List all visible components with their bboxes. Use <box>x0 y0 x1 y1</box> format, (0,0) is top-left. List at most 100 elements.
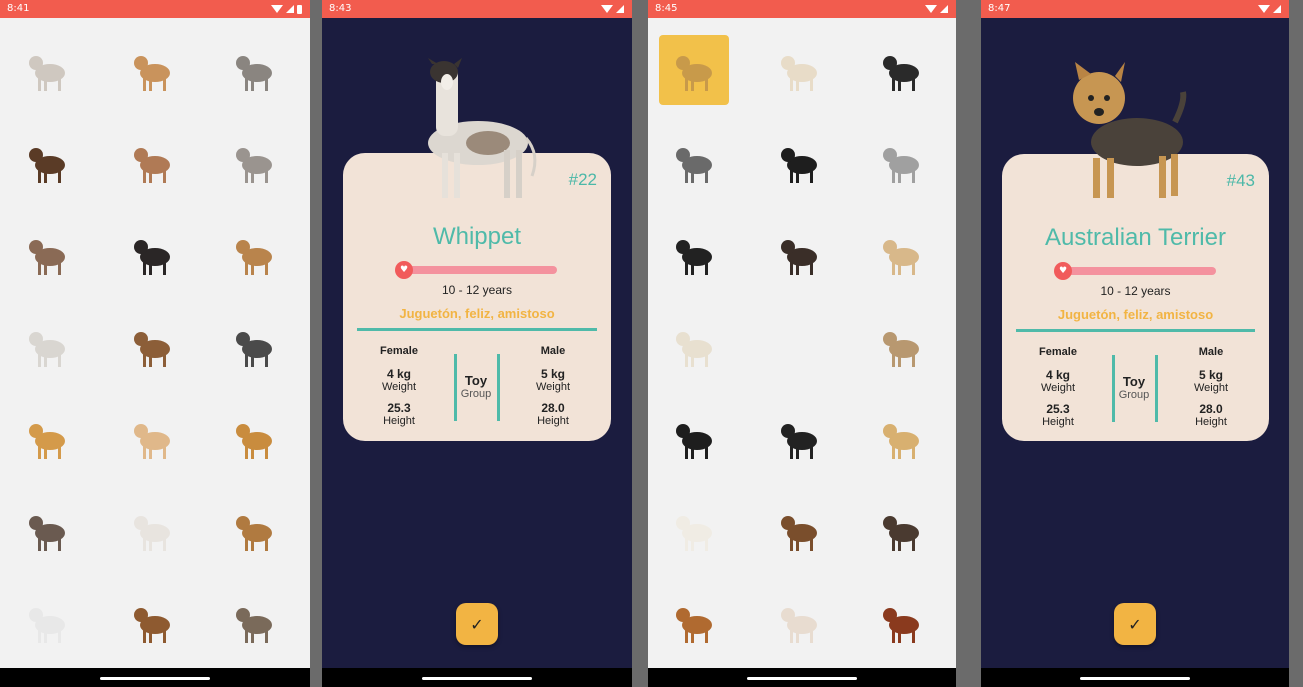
group-info: Toy Group <box>1113 374 1155 401</box>
dog-thumbnail-icon <box>780 516 817 551</box>
dog-thumbnail-icon <box>133 148 170 183</box>
breed-tile[interactable] <box>659 127 729 197</box>
female-weight: 4 kg <box>1045 368 1070 382</box>
breed-tile[interactable] <box>117 35 187 105</box>
breed-tile[interactable] <box>219 127 289 197</box>
female-height: 25.3 <box>1046 402 1070 416</box>
breed-name: Whippet <box>432 223 522 250</box>
breed-name: Australian Terrier <box>1045 224 1226 251</box>
dog-thumbnail-icon <box>882 516 919 551</box>
breed-tile[interactable] <box>764 35 834 105</box>
group-label: Group <box>460 388 492 400</box>
breed-tile[interactable] <box>117 127 187 197</box>
dog-thumbnail-icon <box>133 240 170 275</box>
temperament-text: Juguetón, feliz, amistoso <box>1057 307 1214 322</box>
male-label: Male <box>1198 346 1224 358</box>
breed-tile[interactable] <box>219 403 289 473</box>
signal-icon <box>616 5 624 13</box>
female-weight-label: Weight <box>1040 382 1076 394</box>
card-divider <box>357 328 597 331</box>
dog-thumbnail-icon <box>780 240 817 275</box>
breed-tile[interactable] <box>764 219 834 289</box>
dog-thumbnail-icon <box>676 56 713 91</box>
home-indicator[interactable] <box>422 677 532 680</box>
whippet-image <box>428 58 537 198</box>
breed-tile[interactable] <box>117 403 187 473</box>
signal-icon <box>940 5 948 13</box>
breed-tile[interactable] <box>219 219 289 289</box>
dog-thumbnail-icon <box>780 148 817 183</box>
male-stats: Male 5 kg Weight 28.0 Height <box>1177 346 1245 428</box>
check-icon: ✓ <box>1128 614 1142 634</box>
australian-terrier-image <box>1073 62 1187 198</box>
breed-tile[interactable] <box>659 219 729 289</box>
column-divider-right <box>1155 355 1158 422</box>
breed-tile[interactable] <box>764 587 834 657</box>
breed-tile[interactable] <box>12 35 82 105</box>
navigation-bar <box>648 668 956 687</box>
group-value: Toy <box>464 373 488 388</box>
heart-icon: ♥ <box>1054 262 1072 280</box>
breed-tile[interactable] <box>764 127 834 197</box>
breed-tile[interactable] <box>659 587 729 657</box>
breed-tile[interactable] <box>866 127 936 197</box>
breed-tile[interactable] <box>219 35 289 105</box>
wifi-icon <box>925 5 937 13</box>
breed-tile[interactable] <box>12 403 82 473</box>
navigation-bar <box>981 668 1289 687</box>
status-time: 8:45 <box>655 3 678 14</box>
confirm-button[interactable]: ✓ <box>456 603 498 645</box>
life-expectancy-text: 10 - 12 years <box>441 283 513 297</box>
breed-tile[interactable] <box>659 311 729 381</box>
breed-tile[interactable] <box>659 35 730 105</box>
home-indicator[interactable] <box>100 677 210 680</box>
breed-tile[interactable] <box>866 219 936 289</box>
female-height: 25.3 <box>387 401 411 415</box>
status-bar: 8:41 <box>0 0 310 18</box>
dog-thumbnail-icon <box>236 608 273 643</box>
breed-tile[interactable] <box>764 403 834 473</box>
male-height: 28.0 <box>541 401 565 415</box>
breed-tile[interactable] <box>219 587 289 657</box>
heart-icon: ♥ <box>395 261 413 279</box>
breed-tile[interactable] <box>866 403 936 473</box>
screen-breed-grid-2: 8:45 <box>648 0 956 687</box>
breed-tile[interactable] <box>659 403 729 473</box>
male-weight-label: Weight <box>1193 382 1229 394</box>
male-label: Male <box>540 345 566 357</box>
confirm-button[interactable]: ✓ <box>1114 603 1156 645</box>
dog-thumbnail-icon <box>28 608 65 643</box>
status-time: 8:47 <box>988 3 1011 14</box>
breed-tile[interactable] <box>12 587 82 657</box>
breed-tile[interactable] <box>12 127 82 197</box>
dog-thumbnail-icon <box>236 240 273 275</box>
breed-tile[interactable] <box>866 35 936 105</box>
breed-tile[interactable] <box>866 495 936 565</box>
breed-tile[interactable] <box>659 495 729 565</box>
female-height-label: Height <box>383 415 415 427</box>
breed-tile[interactable] <box>117 587 187 657</box>
temperament-text: Juguetón, feliz, amistoso <box>399 306 555 321</box>
column-divider-right <box>497 354 500 421</box>
breed-tile[interactable] <box>866 311 936 381</box>
female-weight-label: Weight <box>381 381 417 393</box>
wifi-icon <box>271 5 283 13</box>
breed-tile[interactable] <box>117 219 187 289</box>
group-label: Group <box>1118 389 1150 401</box>
breed-tile[interactable] <box>12 219 82 289</box>
home-indicator[interactable] <box>747 677 857 680</box>
breed-tile[interactable] <box>12 495 82 565</box>
home-indicator[interactable] <box>1080 677 1190 680</box>
breed-tile[interactable] <box>219 495 289 565</box>
breed-tile[interactable] <box>866 587 936 657</box>
breed-tile[interactable] <box>219 311 289 381</box>
breed-tile[interactable] <box>12 311 82 381</box>
breed-tile[interactable] <box>764 311 834 381</box>
breed-tile[interactable] <box>117 311 187 381</box>
female-label: Female <box>1039 346 1077 358</box>
signal-icon <box>1273 5 1281 13</box>
breed-tile[interactable] <box>764 495 834 565</box>
dog-thumbnail-icon <box>882 56 919 91</box>
dog-thumbnail-icon <box>236 424 273 459</box>
breed-tile[interactable] <box>117 495 187 565</box>
